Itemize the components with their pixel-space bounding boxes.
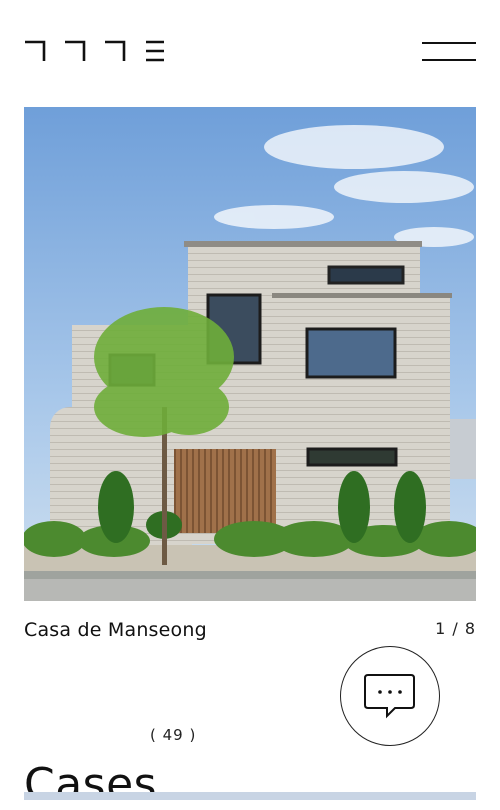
chat-button[interactable]: [340, 646, 440, 746]
logo-giyeok-3-icon: [105, 40, 126, 61]
slide-counter: 1 / 8: [435, 619, 476, 638]
site-logo[interactable]: [24, 40, 166, 66]
hamburger-menu-icon[interactable]: [422, 40, 476, 64]
cases-count-badge: ( 49 ): [150, 726, 197, 744]
logo-giyeok-2-icon: [65, 40, 86, 61]
chat-bubble-icon: [364, 674, 415, 719]
menu-line-bottom: [422, 59, 476, 61]
menu-line-top: [422, 42, 476, 44]
hero-caption[interactable]: Casa de Manseong: [24, 619, 207, 641]
house-photo: [24, 107, 476, 601]
site-header: [0, 0, 500, 100]
cases-heading: Cases: [24, 758, 158, 810]
logo-giyeok-1-icon: [25, 40, 46, 61]
logo-eu-lines-icon: [146, 40, 164, 62]
next-project-image[interactable]: [24, 792, 476, 800]
hero-project-image[interactable]: [24, 107, 476, 601]
